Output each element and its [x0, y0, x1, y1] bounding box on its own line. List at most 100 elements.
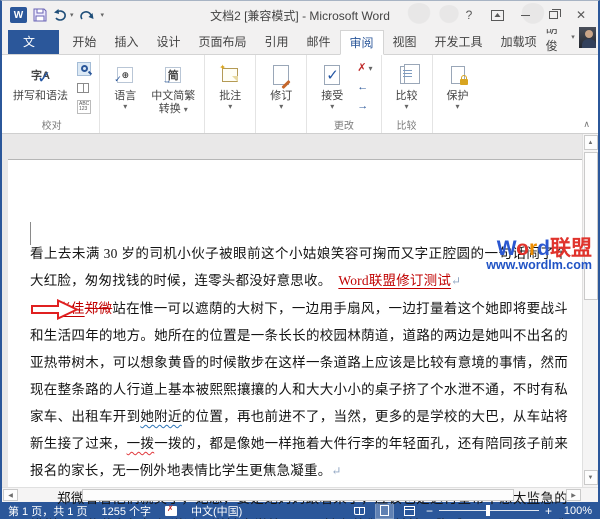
proofing-small-buttons: ABC123: [73, 58, 95, 117]
vertical-scrollbar[interactable]: ▲ ▼: [582, 134, 598, 487]
annotation-arrow: [4, 299, 79, 329]
ribbon-group-language: ⊕✓ 语言 ▾ 简→ 中文简繁 转换 ▾: [100, 55, 205, 133]
ribbon-group-tracking: 修订 ▾: [256, 55, 307, 133]
ribbon-group-changes: ✓ 接受 ▾ ✗▾ ← → 更改: [307, 55, 381, 133]
zoom-slider[interactable]: [439, 510, 539, 511]
help-button[interactable]: ?: [456, 4, 482, 26]
ribbon-group-proofing: 字A ✓ 拼写和语法 ABC123 校对: [4, 55, 100, 133]
document-page[interactable]: 看上去未满 30 岁的司机小伙子被眼前这个小姑娘笑容可掬而又字正腔圆的一句话闹了…: [8, 159, 582, 487]
zoom-slider-thumb[interactable]: [486, 505, 490, 516]
paragraph-1: 看上去未满 30 岁的司机小伙子被眼前这个小姑娘笑容可掬而又字正腔圆的一句话闹了…: [30, 240, 568, 295]
language-button[interactable]: ⊕✓ 语言 ▾: [104, 58, 146, 113]
accept-icon: ✓: [324, 60, 340, 90]
ribbon-group-compare: 比较 ▾ 比较: [382, 55, 433, 133]
tab-home[interactable]: 开始: [63, 30, 105, 54]
watermark-ghost: [406, 3, 432, 27]
thesaurus-button[interactable]: [75, 79, 93, 96]
next-change-button[interactable]: →: [355, 98, 374, 115]
tab-developer[interactable]: 开发工具: [426, 30, 492, 54]
spelling-grammar-button[interactable]: 字A ✓ 拼写和语法: [8, 58, 73, 105]
paragraph-mark: ↵: [451, 274, 461, 288]
tab-addins[interactable]: 加载项: [492, 30, 546, 54]
vertical-scroll-thumb[interactable]: [584, 152, 598, 300]
spelling-error-text: 一拨: [127, 436, 155, 451]
protect-button[interactable]: 保护 ▾: [437, 58, 479, 113]
lock-icon: [451, 60, 465, 90]
chinese-conversion-button[interactable]: 简→ 中文简繁 转换 ▾: [146, 58, 200, 118]
group-label-compare: 比较: [382, 117, 432, 132]
page-background: 看上去未满 30 岁的司机小伙子被眼前这个小姑娘笑容可掬而又字正腔圆的一句话闹了…: [2, 134, 582, 487]
track-changes-icon: [273, 60, 289, 90]
read-mode-icon: [354, 507, 365, 515]
user-dropdown-caret[interactable]: ▾: [571, 33, 575, 41]
paragraph-2: 张佳郑微站在惟一可以遮荫的大树下，一边用手扇风，一边打量着这个她即将要战斗和生活…: [30, 295, 568, 485]
scroll-down-button[interactable]: ▼: [584, 470, 598, 485]
undo-button[interactable]: ▾: [53, 9, 74, 22]
research-button[interactable]: [75, 60, 93, 77]
user-avatar[interactable]: [579, 27, 596, 48]
quick-access-toolbar: W ▾ ▾: [6, 7, 104, 23]
language-icon: ⊕✓: [117, 60, 133, 90]
cross-icon: ✗: [357, 63, 366, 74]
tab-references[interactable]: 引用: [255, 30, 297, 54]
ribbon-tab-row: 文件 开始 插入 设计 页面布局 引用 邮件 审阅 视图 开发工具 加载项 胡俊…: [2, 29, 598, 55]
save-icon[interactable]: [33, 8, 47, 22]
reject-button[interactable]: ✗▾: [355, 60, 374, 77]
close-button[interactable]: ✕: [568, 4, 594, 26]
changes-small-buttons: ✗▾ ← →: [353, 58, 376, 117]
redo-button[interactable]: [80, 9, 94, 22]
ribbon-group-protect: 保护 ▾: [433, 55, 483, 133]
check-icon: ✓: [37, 68, 51, 88]
document-area: 看上去未满 30 岁的司机小伙子被眼前这个小姑娘笑容可掬而又字正腔圆的一句话闹了…: [2, 134, 598, 487]
previous-icon: ←: [357, 82, 368, 93]
customize-qat-caret[interactable]: ▾: [100, 11, 105, 19]
tracked-insertion: Word联盟修订测试: [338, 273, 451, 288]
chinese-conversion-icon: 简→: [165, 60, 181, 90]
restore-button[interactable]: [540, 4, 566, 26]
web-layout-icon: [404, 506, 415, 516]
tab-insert[interactable]: 插入: [105, 30, 147, 54]
window-controls: ? ✕: [456, 4, 594, 26]
collapse-ribbon-button[interactable]: ∧: [583, 119, 590, 130]
ribbon: 字A ✓ 拼写和语法 ABC123 校对 ⊕✓ 语言 ▾: [2, 55, 598, 134]
scrollbar-corner: [582, 488, 598, 502]
text-cursor: [30, 222, 31, 245]
tracked-deletion: 郑微: [85, 301, 113, 316]
group-label-proofing: 校对: [4, 117, 99, 132]
proofing-status-icon[interactable]: [165, 506, 177, 516]
tab-review[interactable]: 审阅: [340, 30, 384, 55]
compare-button[interactable]: 比较 ▾: [386, 58, 428, 113]
ribbon-display-options-button[interactable]: [484, 4, 510, 26]
scroll-right-button[interactable]: ▶: [566, 489, 581, 501]
spelling-grammar-icon: 字A ✓: [31, 60, 50, 90]
accept-button[interactable]: ✓ 接受 ▾: [311, 58, 353, 113]
book-icon: [77, 83, 89, 93]
compare-icon: [400, 60, 414, 90]
tab-mailings[interactable]: 邮件: [298, 30, 340, 54]
horizontal-scrollbar[interactable]: ◀ ▶: [2, 488, 582, 502]
word-logo-icon[interactable]: W: [10, 7, 27, 23]
tab-view[interactable]: 视图: [384, 30, 426, 54]
scroll-left-button[interactable]: ◀: [3, 489, 18, 501]
track-changes-button[interactable]: 修订 ▾: [260, 58, 302, 113]
minimize-button[interactable]: [512, 4, 538, 26]
title-bar: W ▾ ▾ 文档2 [兼容模式] - Microsoft Word ? ✕: [2, 1, 598, 29]
new-comment-button[interactable]: 批注 ▾: [209, 58, 251, 113]
word-window: W ▾ ▾ 文档2 [兼容模式] - Microsoft Word ? ✕: [0, 0, 600, 519]
document-text: 看上去未满 30 岁的司机小伙子被眼前这个小姑娘笑容可掬而又字正腔圆的一句话闹了…: [30, 240, 568, 519]
horizontal-scrollbar-row: ◀ ▶: [2, 487, 598, 502]
tab-design[interactable]: 设计: [147, 30, 189, 54]
horizontal-scroll-thumb[interactable]: [82, 489, 514, 501]
comment-icon: [222, 60, 238, 90]
tab-file[interactable]: 文件: [8, 30, 59, 54]
previous-change-button[interactable]: ←: [355, 79, 374, 96]
word-count-button[interactable]: ABC123: [75, 98, 93, 115]
search-icon: [77, 62, 91, 76]
scroll-up-button[interactable]: ▲: [584, 135, 598, 150]
grammar-error-text: 她附近: [140, 409, 181, 424]
tab-page-layout[interactable]: 页面布局: [189, 30, 255, 54]
group-label-changes: 更改: [307, 117, 380, 132]
abc123-icon: ABC123: [77, 100, 91, 114]
undo-dropdown-caret[interactable]: ▾: [70, 11, 74, 19]
ribbon-group-comments: 批注 ▾: [205, 55, 256, 133]
